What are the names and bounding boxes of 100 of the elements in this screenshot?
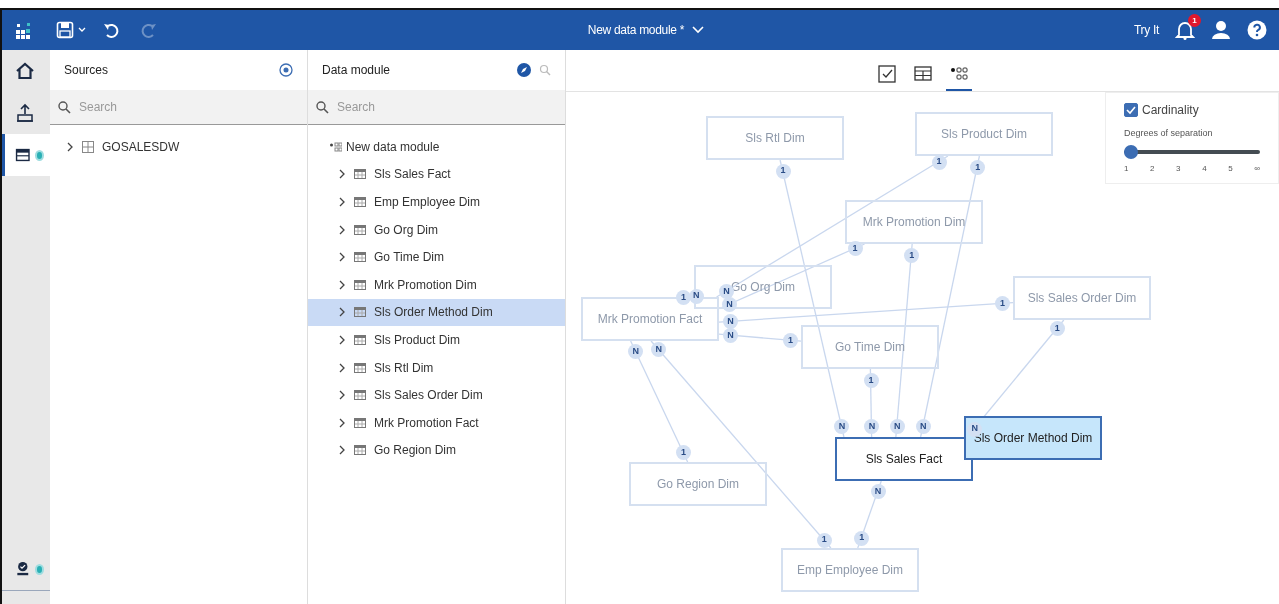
search-input[interactable]: Search	[335, 97, 535, 117]
notification-count: 1	[1188, 14, 1201, 27]
cardinality-badge: N	[870, 484, 886, 500]
relationship-icon	[949, 65, 968, 83]
table-item[interactable]: Sls Order Method Dim	[308, 298, 565, 327]
profile-button[interactable]	[1211, 20, 1231, 40]
slider-thumb[interactable]	[1124, 144, 1138, 159]
chevron-down-icon	[692, 26, 705, 34]
notifications-button[interactable]	[1175, 20, 1195, 40]
cardinality-badge: 1	[675, 445, 691, 461]
check-icon	[1126, 105, 1136, 115]
module-root-item[interactable]: New data module	[308, 133, 565, 161]
chevron-right-icon	[338, 390, 346, 401]
cardinality-badge: N	[864, 419, 880, 434]
cardinality-badge: 1	[816, 532, 832, 548]
cardinality-badge: N	[628, 343, 644, 359]
search-field[interactable]: Search	[50, 90, 307, 125]
table-icon	[354, 389, 366, 402]
table-icon	[354, 444, 366, 457]
cardinality-badge: 1	[783, 333, 799, 349]
table-item[interactable]: Go Time Dim	[308, 243, 565, 271]
table-icon	[354, 168, 366, 181]
cardinality-badge: N	[651, 342, 667, 358]
add-source-button[interactable]	[279, 63, 293, 77]
panel-title: Sources	[64, 62, 109, 79]
target-icon	[279, 63, 293, 77]
cardinality-badge: N	[834, 419, 850, 435]
cardinality-badge: N	[688, 288, 704, 304]
chevron-right-icon	[338, 252, 346, 263]
cardinality-badge: 1	[970, 159, 986, 175]
module-title-dropdown[interactable]: New data module *	[587, 21, 705, 39]
compass-icon	[517, 63, 531, 77]
schema-icon	[82, 140, 94, 153]
search-icon	[58, 100, 71, 114]
slider-tick-label: 1	[1124, 162, 1129, 175]
try-it-link[interactable]: Try It	[1133, 21, 1159, 39]
table-icon	[354, 361, 366, 374]
chevron-right-icon	[338, 197, 346, 207]
save-icon	[56, 21, 74, 39]
chevron-right-icon	[338, 169, 346, 180]
cardinality-badge: 1	[775, 163, 791, 179]
explore-button[interactable]	[517, 63, 531, 77]
search-input[interactable]: Search	[77, 97, 277, 117]
chevron-right-icon	[338, 362, 346, 373]
help-button[interactable]	[1247, 20, 1267, 40]
chevron-right-icon	[338, 279, 346, 290]
slider-tick-label: 3	[1176, 162, 1181, 175]
source-item[interactable]: GOSALESDW	[50, 133, 307, 161]
cardinality-badge: N	[915, 419, 931, 435]
cardinality-badge: 1	[863, 373, 879, 388]
table-node[interactable]: Sls Sales Fact	[835, 437, 973, 481]
cardinality-badge: N	[722, 297, 738, 313]
table-item[interactable]: Emp Employee Dim	[308, 188, 565, 216]
panel-title: Data module	[322, 62, 391, 79]
slider-tick-label: 5	[1228, 162, 1233, 175]
chevron-right-icon	[338, 307, 346, 318]
cardinality-badge: 1	[847, 241, 863, 257]
module-icon	[330, 141, 342, 152]
save-button[interactable]	[56, 21, 86, 39]
table-item[interactable]: Sls Rtl Dim	[308, 353, 565, 382]
cardinality-badge: N	[889, 419, 905, 435]
status-dot	[34, 149, 44, 161]
home-icon	[15, 61, 35, 81]
table-icon	[354, 251, 366, 264]
table-icon	[354, 196, 366, 208]
table-item[interactable]: Mrk Promotion Fact	[308, 408, 565, 437]
table-item[interactable]: Mrk Promotion Dim	[308, 270, 565, 299]
chevron-right-icon	[338, 334, 346, 345]
table-icon	[354, 278, 366, 291]
separation-slider[interactable]	[1124, 144, 1260, 159]
table-item[interactable]: Go Region Dim	[308, 436, 565, 465]
rail-button[interactable]	[2, 134, 50, 176]
cardinality-badge: 1	[854, 530, 870, 546]
slider-label: Degrees of separation	[1124, 127, 1214, 140]
table-icon	[354, 306, 366, 319]
search-icon	[316, 100, 329, 114]
table-icon	[913, 65, 932, 83]
checklist-icon	[877, 65, 896, 83]
slider-tick-label: ∞	[1254, 162, 1260, 175]
search-icon	[539, 64, 551, 76]
caret-icon	[78, 27, 86, 33]
cardinality-badge: 1	[904, 247, 920, 263]
chevron-right-icon	[66, 141, 74, 152]
table-item[interactable]: Sls Sales Fact	[308, 160, 565, 189]
upload-icon	[15, 103, 35, 123]
slider-tick-label: 4	[1202, 162, 1207, 175]
table-item[interactable]: Sls Product Dim	[308, 326, 565, 354]
table-item[interactable]: Sls Sales Order Dim	[308, 381, 565, 409]
status-dot	[34, 563, 44, 575]
logo-icon	[14, 21, 32, 39]
chevron-right-icon	[338, 445, 346, 456]
help-icon	[1247, 20, 1267, 40]
search-field[interactable]: Search	[308, 90, 565, 125]
table-item[interactable]: Go Org Dim	[308, 215, 565, 244]
chevron-right-icon	[338, 417, 346, 428]
user-icon	[1211, 20, 1231, 40]
chevron-right-icon	[338, 224, 346, 235]
cardinality-badge: 1	[676, 290, 692, 306]
cardinality-checkbox[interactable]: Cardinality	[1124, 101, 1260, 119]
cardinality-badge: 1	[1049, 321, 1065, 337]
